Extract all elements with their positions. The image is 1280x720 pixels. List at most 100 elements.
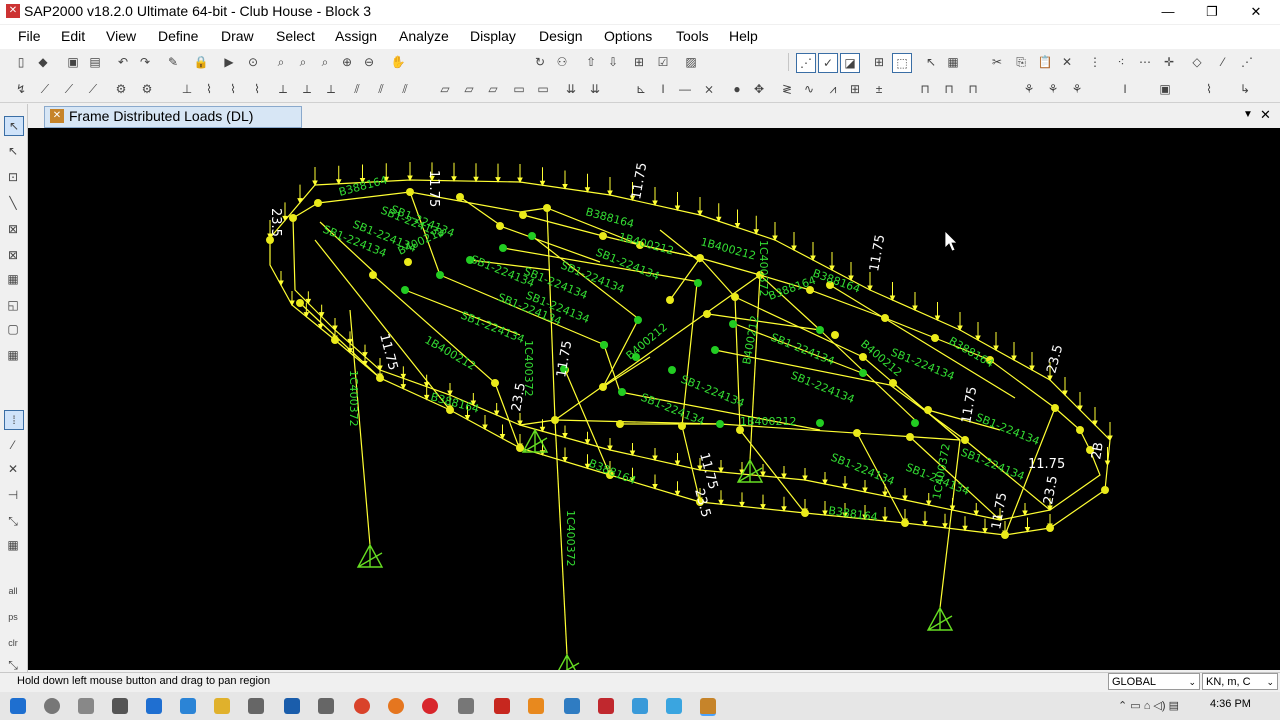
section-designer-icon[interactable]: I — [1116, 80, 1134, 98]
assign-spring-icon[interactable]: ⌇ — [200, 80, 218, 98]
select-pointer-icon[interactable]: ↖ — [922, 53, 940, 71]
print-icon[interactable]: ▤ — [86, 53, 104, 71]
assign-area-mods-icon[interactable]: ⫽ — [372, 80, 390, 98]
sap2000-task-icon[interactable] — [700, 698, 716, 716]
app-icon[interactable] — [112, 698, 128, 714]
grid-snap-icon[interactable]: ▦ — [4, 536, 22, 554]
store-icon[interactable] — [248, 698, 264, 714]
joint-icon[interactable]: ⚘ — [1020, 80, 1038, 98]
pencil-icon[interactable]: ✎ — [164, 53, 182, 71]
move-down-icon[interactable]: ⇩ — [604, 53, 622, 71]
draw-poly-icon[interactable]: ⚙ — [138, 80, 156, 98]
design-aluminum-icon[interactable]: ⊓ — [964, 80, 982, 98]
select-all-icon[interactable]: ▦ — [944, 53, 962, 71]
menu-draw[interactable]: Draw — [221, 28, 254, 44]
material-icon[interactable]: ▣ — [1156, 80, 1174, 98]
edge-icon[interactable] — [146, 698, 162, 714]
open-file-icon[interactable]: ◆ — [34, 53, 52, 71]
app-icon[interactable] — [564, 698, 580, 714]
draw-brace-icon[interactable]: ⊠ — [4, 246, 22, 264]
menu-select[interactable]: Select — [276, 28, 315, 44]
draw-area-icon[interactable]: ◱ — [4, 296, 22, 314]
show-forces-icon[interactable]: ✥ — [750, 80, 768, 98]
join-icon[interactable]: ✛ — [1160, 53, 1178, 71]
design-steel-icon[interactable]: ⊓ — [916, 80, 934, 98]
check-icon[interactable]: ☑ — [654, 53, 672, 71]
show-time-history-icon[interactable]: ⩘ — [824, 80, 842, 98]
zoom-in-icon[interactable]: ⊕ — [338, 53, 356, 71]
tab-close-icon[interactable]: ✕ — [1260, 107, 1271, 123]
units-select[interactable]: KN, m, C ⌄ — [1202, 673, 1278, 690]
assign-displacement-icon[interactable]: ▱ — [460, 80, 478, 98]
vlc-icon[interactable] — [528, 698, 544, 714]
assign-restraint-icon[interactable]: ⊥ — [178, 80, 196, 98]
pointer-select-icon[interactable]: ↖ — [4, 116, 24, 136]
menu-analyze[interactable]: Analyze — [399, 28, 449, 44]
draw-cable-icon[interactable]: ⟋ — [60, 80, 78, 98]
chrome-icon[interactable] — [354, 698, 370, 714]
assign-frame-load-icon[interactable]: ▱ — [484, 80, 502, 98]
draw-tendon-icon[interactable]: ⟋ — [84, 80, 102, 98]
run-options-icon[interactable]: ⊙ — [244, 53, 262, 71]
show-frame-labels-icon[interactable]: ⊾ — [632, 80, 650, 98]
assign-area-springs-icon[interactable]: ⫽ — [396, 80, 414, 98]
assign-end-offsets-icon[interactable]: ⟂ — [322, 80, 340, 98]
quick-draw-icon[interactable]: ⚙ — [112, 80, 130, 98]
assign-trapezoidal-load-icon[interactable]: ⇊ — [586, 80, 604, 98]
design-concrete-icon[interactable]: ⊓ — [940, 80, 958, 98]
search-icon[interactable] — [44, 698, 60, 714]
assign-joint-load-icon[interactable]: ▱ — [436, 80, 454, 98]
assign-area-load-icon[interactable]: ▭ — [510, 80, 528, 98]
delete-icon[interactable]: ✕ — [1058, 53, 1076, 71]
tab-dropdown-icon[interactable]: ▼ — [1243, 109, 1253, 120]
file-explorer-icon[interactable] — [214, 698, 230, 714]
draw-frame-icon[interactable]: ⟋ — [36, 80, 54, 98]
menu-assign[interactable]: Assign — [335, 28, 377, 44]
assign-area-icon[interactable]: ⫽ — [348, 80, 366, 98]
mesh-icon[interactable]: ⋰ — [1238, 53, 1256, 71]
windows-start-icon[interactable] — [10, 698, 26, 714]
menu-edit[interactable]: Edit — [61, 28, 85, 44]
close-button[interactable]: ✕ — [1234, 2, 1278, 22]
shrink-icon[interactable]: ⊞ — [630, 53, 648, 71]
cut-icon[interactable]: ✂ — [988, 53, 1006, 71]
zoom-out-icon[interactable]: ⊖ — [360, 53, 378, 71]
quick-frame-icon[interactable]: ▦ — [4, 270, 22, 288]
solid-icon[interactable]: ⚘ — [1068, 80, 1086, 98]
previous-select-icon[interactable]: ps — [4, 608, 22, 626]
snap-lines-icon[interactable]: ✓ — [818, 53, 838, 73]
save-icon[interactable]: ▣ — [64, 53, 82, 71]
lane-icon[interactable]: ↳ — [1236, 80, 1254, 98]
rect-area-icon[interactable]: ▢ — [4, 320, 22, 338]
show-mode-shape-icon[interactable]: ∿ — [800, 80, 818, 98]
divide-icon[interactable]: ⁄ — [1214, 53, 1232, 71]
show-tables-icon[interactable]: ⊞ — [846, 80, 864, 98]
show-loads-icon[interactable]: ● — [728, 80, 746, 98]
select-all-left-icon[interactable]: all — [4, 582, 22, 600]
assign-uniform-load-icon[interactable]: ⇊ — [562, 80, 580, 98]
snap-tool-icon[interactable]: ⁞ — [4, 410, 24, 430]
run-analysis-icon[interactable]: ▶ — [220, 53, 238, 71]
snap-intersections-icon[interactable]: ◪ — [840, 53, 860, 73]
app-icon[interactable] — [318, 698, 334, 714]
new-file-icon[interactable]: ▯ — [12, 53, 30, 71]
menu-options[interactable]: Options — [604, 28, 652, 44]
assign-insertion-icon[interactable]: ⟂ — [298, 80, 316, 98]
menu-design[interactable]: Design — [539, 28, 583, 44]
snap-ends-icon[interactable]: ⁄ — [4, 436, 22, 454]
assign-temp-load-icon[interactable]: ▭ — [534, 80, 552, 98]
draw-joint-icon[interactable]: ⊡ — [4, 168, 22, 186]
ie-icon[interactable] — [180, 698, 196, 714]
quick-area-icon[interactable]: ▦ — [4, 346, 22, 364]
lock-icon[interactable]: 🔒 — [192, 53, 210, 71]
zoom-full-icon[interactable]: ⌕ — [316, 53, 334, 71]
maximize-button[interactable]: ❐ — [1190, 2, 1234, 22]
opera-icon[interactable] — [422, 698, 438, 714]
zoom-restore-icon[interactable]: ⌕ — [294, 53, 312, 71]
clear-select-icon[interactable]: clr — [4, 634, 22, 652]
show-stresses-icon[interactable]: ≷ — [778, 80, 796, 98]
tray-icons[interactable]: ⌃ ▭ ⌂ ◁) ▤ — [1118, 699, 1179, 712]
draw-frame-tool-icon[interactable]: ⊠ — [4, 220, 22, 238]
move-up-icon[interactable]: ⇧ — [582, 53, 600, 71]
skype-icon[interactable] — [666, 698, 682, 714]
